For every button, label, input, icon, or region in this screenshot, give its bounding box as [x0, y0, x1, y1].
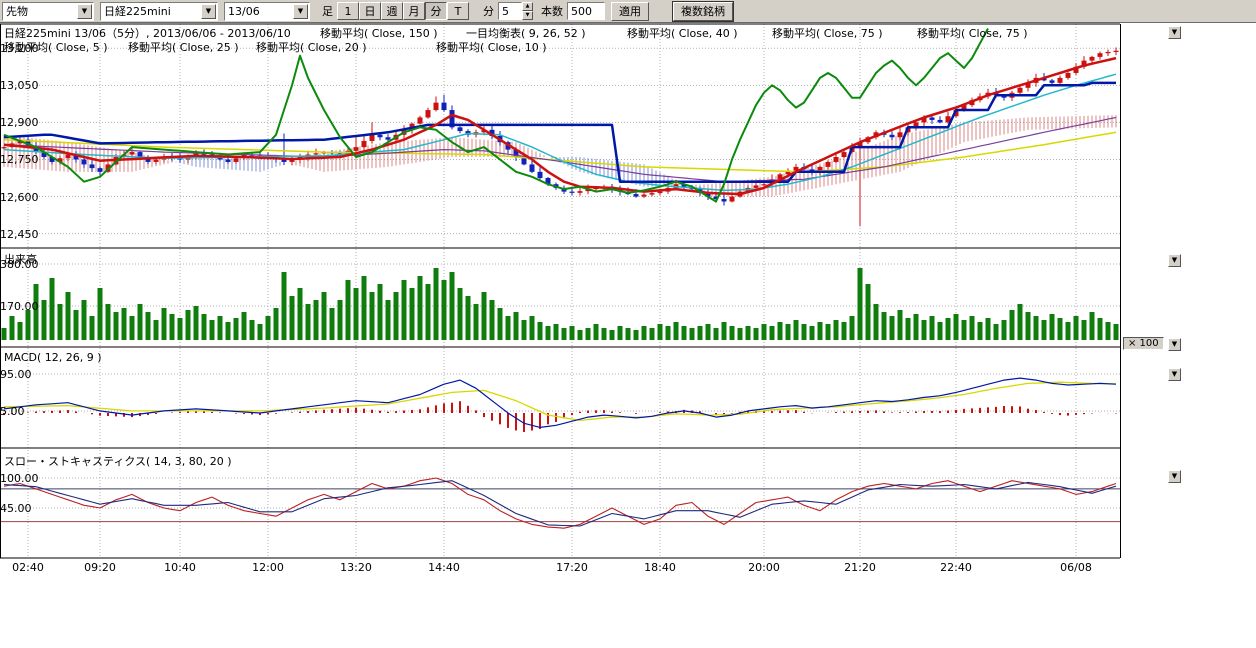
candlesticks [2, 48, 1119, 227]
apply-button[interactable]: 適用 [611, 2, 649, 21]
x-axis-label: 17:20 [550, 561, 594, 574]
chevron-down-icon[interactable]: ▼ [293, 4, 308, 19]
gridlines [0, 24, 1120, 558]
period-button-1[interactable]: 1 [337, 2, 359, 20]
y-axis-label: 13,050 [0, 79, 44, 92]
legend-ma75-b: 移動平均( Close, 75 ) [917, 25, 1028, 41]
y-axis-label: 95.00 [0, 368, 44, 381]
x-axis-label: 12:00 [246, 561, 290, 574]
bar-count-input[interactable]: 500 [567, 2, 605, 20]
volume-bars [2, 268, 1119, 340]
x-axis-label: 22:40 [934, 561, 978, 574]
scale-adjust-button-multiplier[interactable]: ▼ [1168, 338, 1181, 351]
minute-input[interactable]: 5 [498, 2, 522, 20]
contract-month-value: 13/06 [225, 5, 293, 18]
x-axis-label: 18:40 [638, 561, 682, 574]
y-axis-label: 380.00 [0, 258, 44, 271]
y-axis-label: 12,900 [0, 116, 44, 129]
chevron-down-icon[interactable]: ▼ [201, 4, 216, 19]
instrument-value: 日経225mini [101, 3, 201, 19]
stochastics-plot [4, 478, 1116, 528]
instrument-type-dropdown[interactable]: 先物 ▼ [2, 2, 94, 21]
period-button-tick[interactable]: T [447, 2, 469, 20]
period-button-month[interactable]: 月 [403, 2, 425, 20]
volume-multiplier-badge: × 100 [1123, 337, 1164, 350]
macd-panel-title: MACD( 12, 26, 9 ) [4, 351, 102, 364]
scale-adjust-button-volume[interactable]: ▼ [1168, 254, 1181, 267]
spinner-up-icon[interactable]: ▲ [522, 2, 533, 11]
y-axis-label: 45.00 [0, 502, 44, 515]
x-axis-label: 10:40 [158, 561, 202, 574]
bar-count-label: 本数 [541, 3, 563, 19]
x-axis-label: 13:20 [334, 561, 378, 574]
y-axis-label: 12,750 [0, 153, 44, 166]
x-axis-label: 20:00 [742, 561, 786, 574]
x-axis-label: 09:20 [78, 561, 122, 574]
macd-plot [4, 378, 1116, 432]
chevron-down-icon[interactable]: ▼ [77, 4, 92, 19]
y-axis-label: 12,600 [0, 191, 44, 204]
y-axis-label: 100.00 [0, 472, 44, 485]
y-axis-label: 5.00 [0, 405, 44, 418]
bar-count-value: 500 [571, 5, 592, 18]
spinner-down-icon[interactable]: ▼ [522, 11, 533, 20]
legend-ma75-a: 移動平均( Close, 75 ) [772, 25, 883, 41]
minute-value: 5 [502, 5, 509, 18]
x-axis-label: 21:20 [838, 561, 882, 574]
bar-type-label: 足 [322, 3, 333, 19]
period-button-minute[interactable]: 分 [425, 2, 447, 20]
legend-ma10: 移動平均( Close, 10 ) [436, 39, 547, 55]
legend-ma20: 移動平均( Close, 20 ) [256, 39, 367, 55]
scale-adjust-button-price[interactable]: ▼ [1168, 26, 1181, 39]
main-toolbar: 先物 ▼ 日経225mini ▼ 13/06 ▼ 足 1 日 週 月 分 T 分… [0, 0, 1256, 23]
scale-adjust-button-stoch[interactable]: ▼ [1168, 470, 1181, 483]
y-axis-label: 170.00 [0, 300, 44, 313]
minute-spinner[interactable]: ▲ ▼ [522, 2, 533, 20]
y-axis-label: 13,200 [0, 42, 44, 55]
trading-chart-app: { "toolbar": { "instrument_type": "先物", … [0, 0, 1256, 648]
x-axis-label: 06/08 [1054, 561, 1098, 574]
stochastics-panel-title: スロー・ストキャスティクス( 14, 3, 80, 20 ) [4, 453, 232, 469]
minute-label: 分 [483, 3, 494, 19]
legend-ma25: 移動平均( Close, 25 ) [128, 39, 239, 55]
instrument-dropdown[interactable]: 日経225mini ▼ [100, 2, 218, 21]
x-axis-label: 02:40 [6, 561, 50, 574]
x-axis-label: 14:40 [422, 561, 466, 574]
period-button-day[interactable]: 日 [359, 2, 381, 20]
instrument-type-value: 先物 [3, 3, 77, 19]
legend-ma40: 移動平均( Close, 40 ) [627, 25, 738, 41]
contract-month-dropdown[interactable]: 13/06 ▼ [224, 2, 310, 21]
y-axis-label: 12,450 [0, 228, 44, 241]
chart-canvas[interactable] [0, 0, 1256, 648]
period-button-week[interactable]: 週 [381, 2, 403, 20]
scale-adjust-button-macd[interactable]: ▼ [1168, 368, 1181, 381]
multi-symbol-button[interactable]: 複数銘柄 [673, 2, 733, 21]
